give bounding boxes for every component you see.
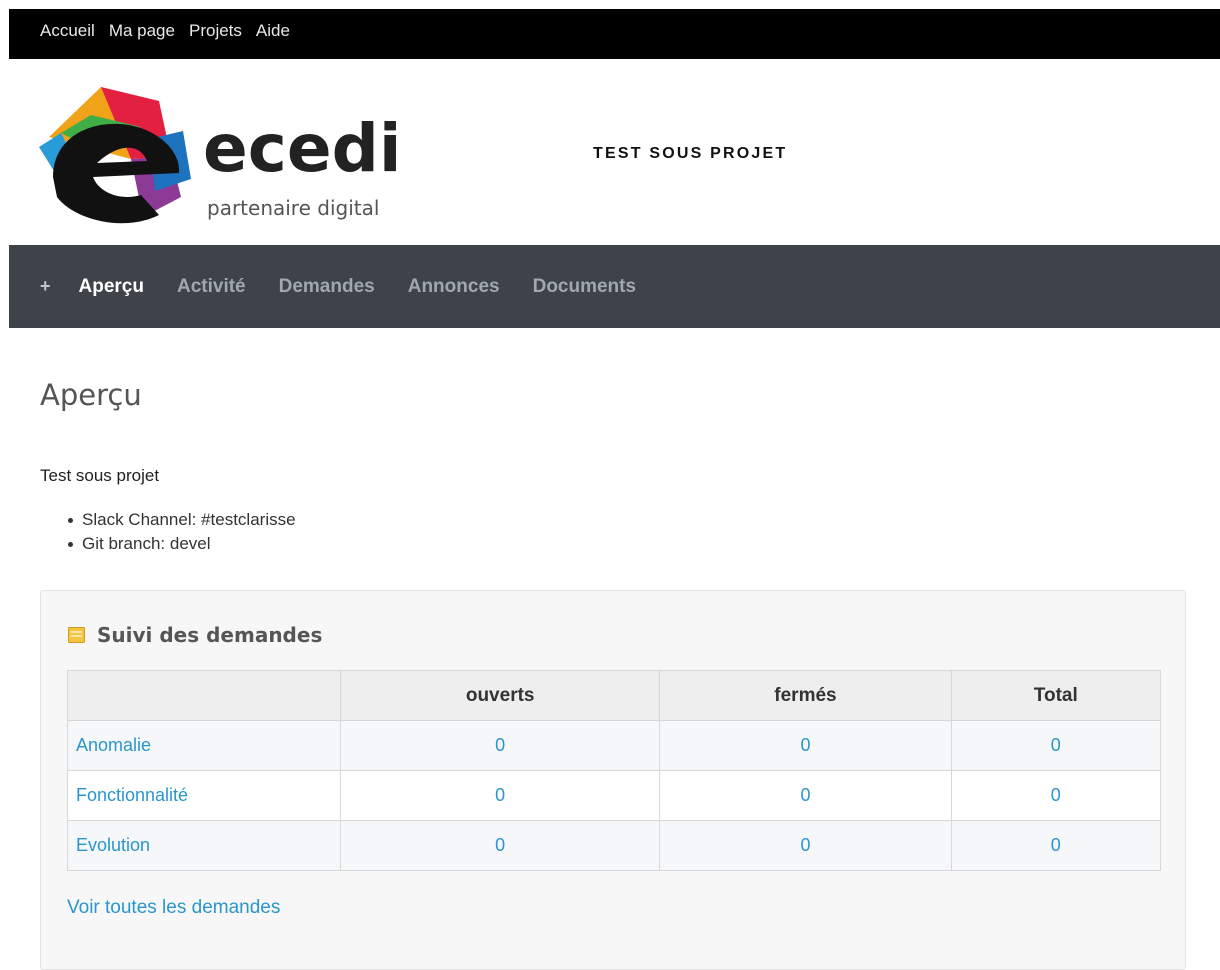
total-count-link[interactable]: 0 <box>950 770 1162 821</box>
total-count-link[interactable]: 0 <box>950 720 1162 771</box>
main-menu: + Aperçu Activité Demandes Annonces Docu… <box>9 245 1220 328</box>
table-header-row: ouverts fermés Total <box>67 670 1162 721</box>
issues-table: ouverts fermés Total Anomalie 0 0 0 Fonc… <box>67 670 1162 871</box>
list-item-git-branch: Git branch: devel <box>68 532 296 556</box>
project-info-list: Slack Channel: #testclarisse Git branch:… <box>40 508 296 556</box>
top-menu-my-page-link[interactable]: Ma page <box>109 20 175 42</box>
tracker-link-anomalie[interactable]: Anomalie <box>67 720 341 771</box>
header-cell-open: ouverts <box>339 670 661 721</box>
tab-documents[interactable]: Documents <box>533 276 636 298</box>
ticket-icon <box>68 627 85 643</box>
logo-wordmark: ecedi <box>203 110 402 187</box>
issues-tracking-heading: Suivi des demandes <box>68 623 322 647</box>
open-count-link[interactable]: 0 <box>339 770 661 821</box>
top-menu: Accueil Ma page Projets Aide <box>9 9 1220 59</box>
top-menu-projects-link[interactable]: Projets <box>189 20 242 42</box>
header-cell-total: Total <box>950 670 1162 721</box>
closed-count-link[interactable]: 0 <box>659 720 952 771</box>
tracker-link-fonctionnalite[interactable]: Fonctionnalité <box>67 770 341 821</box>
list-item-slack-channel: Slack Channel: #testclarisse <box>68 508 296 532</box>
new-object-plus-icon[interactable]: + <box>40 276 51 297</box>
tab-activity[interactable]: Activité <box>177 276 246 298</box>
issues-tracking-box: Suivi des demandes ouverts fermés Total … <box>40 590 1186 970</box>
table-row: Anomalie 0 0 0 <box>67 720 1162 771</box>
tab-issues[interactable]: Demandes <box>279 276 375 298</box>
table-row: Evolution 0 0 0 <box>67 820 1162 871</box>
table-row: Fonctionnalité 0 0 0 <box>67 770 1162 821</box>
closed-count-link[interactable]: 0 <box>659 770 952 821</box>
view-all-issues-link[interactable]: Voir toutes les demandes <box>67 897 280 919</box>
tracker-link-evolution[interactable]: Evolution <box>67 820 341 871</box>
top-menu-home-link[interactable]: Accueil <box>40 20 95 42</box>
open-count-link[interactable]: 0 <box>339 720 661 771</box>
tab-overview[interactable]: Aperçu <box>79 276 144 298</box>
project-title: TEST SOUS PROJET <box>593 145 788 162</box>
tab-news[interactable]: Annonces <box>408 276 500 298</box>
ecedi-logo: ecedi partenaire digital <box>39 87 402 224</box>
closed-count-link[interactable]: 0 <box>659 820 952 871</box>
project-description: Test sous projet <box>40 466 160 485</box>
total-count-link[interactable]: 0 <box>950 820 1162 871</box>
open-count-link[interactable]: 0 <box>339 820 661 871</box>
top-menu-help-link[interactable]: Aide <box>256 20 290 42</box>
header-cell-tracker <box>67 670 341 721</box>
page-title: Aperçu <box>40 378 142 412</box>
logo-tagline: partenaire digital <box>207 196 379 220</box>
header-cell-closed: fermés <box>659 670 952 721</box>
issues-heading-label: Suivi des demandes <box>97 623 323 647</box>
header: ecedi partenaire digital TEST SOUS PROJE… <box>9 59 1220 245</box>
